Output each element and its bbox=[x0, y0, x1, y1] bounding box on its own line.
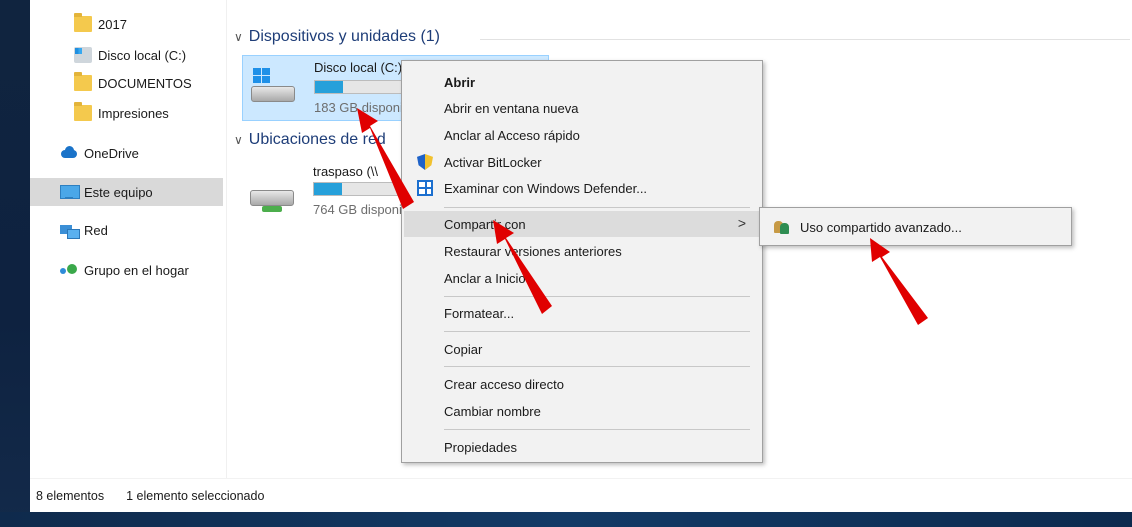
group-title: Ubicaciones de red bbox=[248, 131, 386, 148]
menu-item-abrir-ventana-nueva[interactable]: Abrir en ventana nueva bbox=[404, 95, 760, 121]
drive-free-space: 764 GB disponibles bbox=[313, 202, 401, 217]
drive-usage-bar bbox=[314, 80, 402, 94]
share-submenu: Uso compartido avanzado... bbox=[759, 207, 1072, 246]
menu-item-activar-bitlocker[interactable]: Activar BitLocker bbox=[404, 149, 760, 175]
menu-item-abrir[interactable]: Abrir bbox=[404, 69, 760, 95]
menu-separator bbox=[444, 331, 750, 332]
windows-defender-icon bbox=[417, 180, 433, 196]
menu-item-label: Anclar al Acceso rápido bbox=[444, 127, 580, 143]
menu-item-label: Restaurar versiones anteriores bbox=[444, 243, 622, 259]
selection-count: 1 elemento seleccionado bbox=[126, 488, 265, 503]
menu-item-label: Anclar a Inicio bbox=[444, 270, 526, 286]
users-icon bbox=[774, 219, 790, 235]
devices-group-header[interactable]: ∨ Dispositivos y unidades (1) bbox=[234, 28, 440, 46]
drive-icon bbox=[74, 47, 92, 63]
menu-separator bbox=[444, 429, 750, 430]
network-group-header[interactable]: ∨ Ubicaciones de red bbox=[234, 131, 386, 149]
menu-item-cambiar-nombre[interactable]: Cambiar nombre bbox=[404, 398, 760, 424]
menu-item-copiar[interactable]: Copiar bbox=[404, 336, 760, 362]
nav-item-label: DOCUMENTOS bbox=[98, 75, 192, 91]
drive-free-space: 183 GB disponibles bbox=[314, 100, 402, 115]
navigation-pane: 2017 Disco local (C:) DOCUMENTOS Impresi… bbox=[30, 0, 226, 478]
menu-item-label: Abrir bbox=[444, 74, 476, 90]
folder-icon bbox=[74, 102, 92, 121]
chevron-down-icon: ∨ bbox=[234, 133, 243, 147]
menu-separator bbox=[444, 296, 750, 297]
drive-name: Disco local (C:) bbox=[314, 60, 402, 75]
menu-item-uso-compartido-avanzado[interactable]: Uso compartido avanzado... bbox=[762, 213, 1068, 241]
nav-item-label: 2017 bbox=[98, 16, 127, 32]
nav-item-disco-local[interactable]: Disco local (C:) bbox=[74, 41, 186, 69]
menu-separator bbox=[444, 207, 750, 208]
menu-item-anclar-acceso-rapido[interactable]: Anclar al Acceso rápido bbox=[404, 122, 760, 148]
computer-icon bbox=[60, 184, 80, 200]
status-bar: 8 elementos 1 elemento seleccionado bbox=[30, 478, 1132, 512]
drive-usage-fill bbox=[314, 183, 342, 195]
cloud-icon bbox=[60, 145, 78, 161]
menu-separator bbox=[444, 366, 750, 367]
nav-item-grupo-hogar[interactable]: Grupo en el hogar bbox=[60, 256, 189, 284]
nav-item-2017[interactable]: 2017 bbox=[74, 10, 127, 38]
menu-item-crear-acceso-directo[interactable]: Crear acceso directo bbox=[404, 371, 760, 397]
chevron-down-icon: ∨ bbox=[234, 30, 243, 44]
context-menu: Abrir Abrir en ventana nueva Anclar al A… bbox=[401, 60, 763, 463]
menu-item-label: Compartir con bbox=[444, 216, 526, 232]
menu-item-label: Examinar con Windows Defender... bbox=[444, 180, 648, 196]
menu-item-windows-defender[interactable]: Examinar con Windows Defender... bbox=[404, 175, 760, 201]
menu-item-formatear[interactable]: Formatear... bbox=[404, 300, 760, 326]
group-divider bbox=[480, 39, 1130, 40]
menu-item-label: Propiedades bbox=[444, 439, 517, 455]
homegroup-icon bbox=[60, 262, 78, 278]
desktop-left-edge bbox=[0, 0, 30, 527]
nav-item-onedrive[interactable]: OneDrive bbox=[60, 139, 139, 167]
nav-item-label: Este equipo bbox=[84, 184, 153, 200]
nav-item-documentos[interactable]: DOCUMENTOS bbox=[74, 69, 192, 97]
menu-item-anclar-inicio[interactable]: Anclar a Inicio bbox=[404, 265, 760, 291]
menu-item-label: Uso compartido avanzado... bbox=[800, 219, 962, 235]
menu-item-label: Copiar bbox=[444, 341, 483, 357]
nav-item-label: OneDrive bbox=[84, 145, 139, 161]
chevron-right-icon: > bbox=[737, 215, 746, 231]
menu-item-label: Crear acceso directo bbox=[444, 376, 564, 392]
folder-icon bbox=[74, 72, 92, 91]
network-drive-icon bbox=[248, 170, 294, 214]
nav-item-red[interactable]: Red bbox=[60, 216, 108, 244]
nav-item-label: Disco local (C:) bbox=[98, 47, 187, 63]
folder-icon bbox=[74, 13, 92, 32]
drive-usage-fill bbox=[315, 81, 344, 93]
nav-item-label: Grupo en el hogar bbox=[84, 262, 189, 278]
shield-icon bbox=[417, 154, 433, 170]
menu-item-label: Activar BitLocker bbox=[444, 154, 542, 170]
nav-item-label: Red bbox=[84, 222, 108, 238]
menu-item-restaurar-versiones[interactable]: Restaurar versiones anteriores bbox=[404, 238, 760, 264]
hard-drive-icon bbox=[249, 66, 295, 110]
network-icon bbox=[60, 222, 80, 239]
menu-item-label: Formatear... bbox=[444, 305, 515, 321]
group-title: Dispositivos y unidades (1) bbox=[248, 28, 440, 45]
taskbar bbox=[0, 512, 1132, 527]
windows-logo-icon bbox=[253, 68, 271, 84]
item-count: 8 elementos bbox=[36, 488, 105, 503]
drive-usage-bar bbox=[313, 182, 401, 196]
drive-name: traspaso (\\ bbox=[313, 164, 379, 179]
menu-item-propiedades[interactable]: Propiedades bbox=[404, 434, 760, 460]
nav-item-label: Impresiones bbox=[98, 105, 169, 121]
nav-item-impresiones[interactable]: Impresiones bbox=[74, 99, 169, 127]
pane-divider[interactable] bbox=[226, 0, 227, 478]
menu-item-compartir-con[interactable]: Compartir con > bbox=[404, 211, 760, 237]
nav-item-este-equipo[interactable]: Este equipo bbox=[30, 178, 223, 206]
menu-item-label: Cambiar nombre bbox=[444, 403, 541, 419]
menu-item-label: Abrir en ventana nueva bbox=[444, 100, 579, 116]
